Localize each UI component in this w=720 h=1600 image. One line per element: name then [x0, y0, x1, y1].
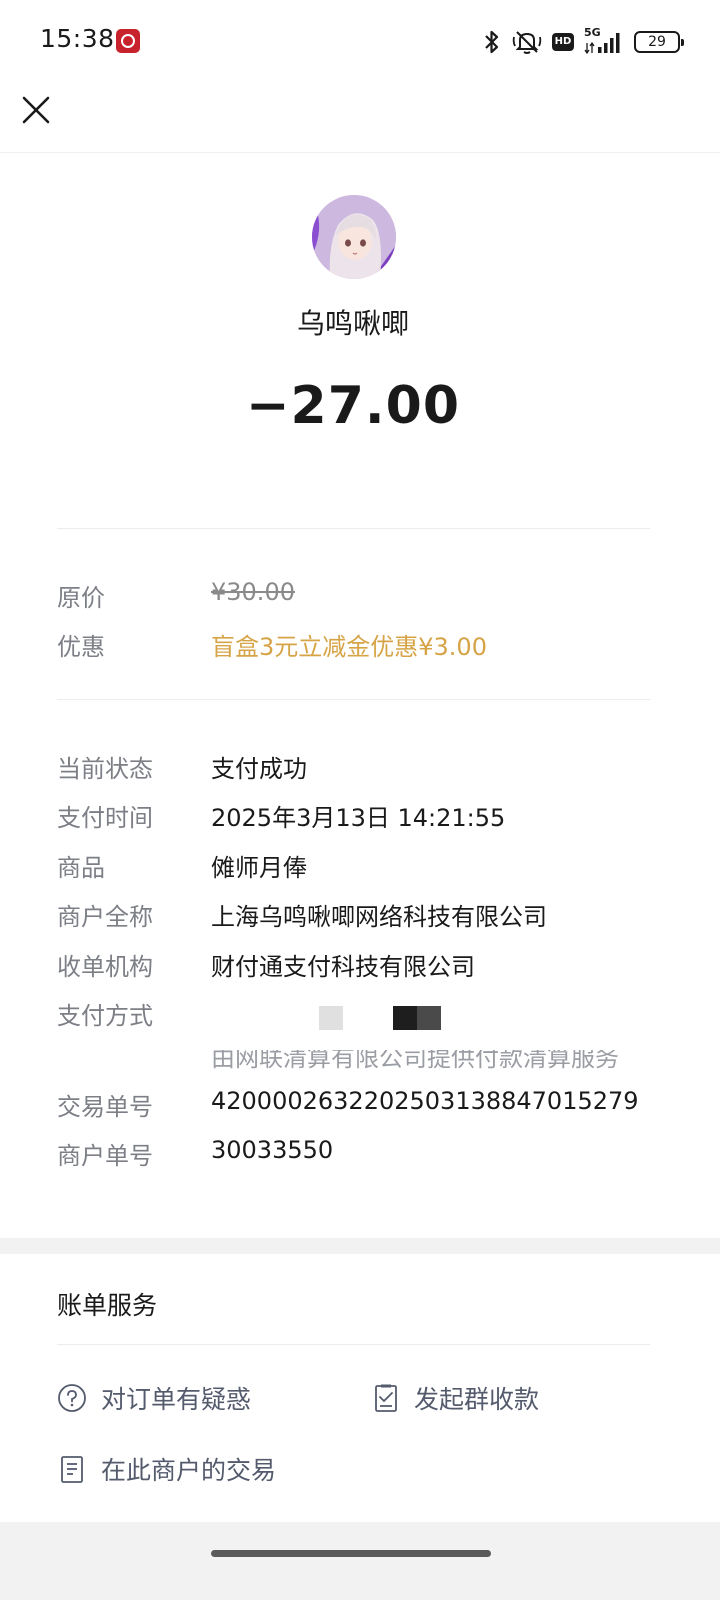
- merchant-no-row: 商户单号 30033550: [57, 1136, 667, 1176]
- pay-method-row: 支付方式 由网联清算有限公司提供付款清算服务: [57, 996, 667, 1076]
- original-price-row: 原价 ¥30.00: [57, 578, 667, 618]
- acquirer-value: 财付通支付科技有限公司: [211, 953, 475, 981]
- product-row: 商品 傩师月俸: [57, 848, 667, 888]
- pay-time-value: 2025年3月13日 14:21:55: [211, 804, 506, 832]
- bottom-band: [0, 1522, 720, 1600]
- hd-icon: HD: [552, 33, 574, 51]
- group-collect-button[interactable]: 发起群收款: [372, 1378, 539, 1418]
- trade-no-label: 交易单号: [57, 1093, 153, 1121]
- pay-time-row: 支付时间 2025年3月13日 14:21:55: [57, 798, 667, 838]
- home-indicator[interactable]: [211, 1550, 491, 1557]
- status-value: 支付成功: [211, 755, 307, 783]
- status-bar: 15:38 HD 5G 29: [0, 0, 720, 84]
- trade-no-row: 交易单号 4200002632202503138847015279: [57, 1087, 667, 1127]
- header-divider: [0, 152, 720, 153]
- acquirer-label: 收单机构: [57, 953, 153, 981]
- pay-time-label: 支付时间: [57, 804, 153, 832]
- payment-amount: −27.00: [245, 376, 461, 436]
- checklist-icon: [375, 1384, 397, 1412]
- question-circle-icon: [58, 1384, 86, 1412]
- order-question-label: 对订单有疑惑: [101, 1385, 252, 1414]
- acquirer-row: 收单机构 财付通支付科技有限公司: [57, 947, 667, 987]
- group-collect-label: 发起群收款: [414, 1385, 540, 1414]
- discount-label: 优惠: [57, 633, 105, 661]
- discount-value: 盲盒3元立减金优惠¥3.00: [211, 633, 487, 661]
- merchant-no-value[interactable]: 30033550: [211, 1136, 333, 1164]
- merchant-trades-label: 在此商户的交易: [101, 1456, 277, 1485]
- pay-method-label: 支付方式: [57, 1002, 153, 1030]
- status-row: 当前状态 支付成功: [57, 749, 667, 789]
- divider: [57, 1344, 650, 1345]
- order-question-button[interactable]: 对订单有疑惑: [57, 1378, 251, 1418]
- document-icon: [61, 1456, 83, 1483]
- trade-no-value[interactable]: 4200002632202503138847015279: [211, 1087, 639, 1115]
- divider: [57, 528, 650, 529]
- merchant-trades-button[interactable]: 在此商户的交易: [57, 1449, 276, 1489]
- original-price-value: ¥30.00: [211, 578, 295, 606]
- original-price-label: 原价: [57, 584, 105, 612]
- section-separator: [0, 1238, 720, 1254]
- merchant-full-name-row: 商户全称 上海乌鸣啾唧网络科技有限公司: [57, 897, 667, 937]
- signal-icon: 5G: [584, 26, 624, 55]
- product-value: 傩师月俸: [211, 854, 307, 882]
- divider: [57, 699, 650, 700]
- battery-icon: 29: [634, 31, 684, 53]
- merchant-full-name-label: 商户全称: [57, 903, 153, 931]
- bill-services-title: 账单服务: [57, 1291, 158, 1320]
- pay-method-sub: 由网联清算有限公司提供付款清算服务: [211, 1044, 619, 1072]
- status-time: 15:38: [40, 24, 115, 53]
- status-icons: HD 5G 29: [482, 26, 684, 57]
- status-label: 当前状态: [57, 755, 153, 783]
- merchant-full-name-value: 上海乌鸣啾唧网络科技有限公司: [211, 903, 547, 931]
- merchant-no-label: 商户单号: [57, 1142, 153, 1170]
- pay-method-redacted: [211, 998, 471, 1030]
- mute-bell-icon: [512, 31, 542, 54]
- bluetooth-icon: [485, 30, 499, 54]
- discount-row: 优惠 盲盒3元立减金优惠¥3.00: [57, 627, 667, 667]
- product-label: 商品: [57, 854, 105, 882]
- merchant-name: 乌鸣啾唧: [296, 307, 409, 340]
- close-button[interactable]: [18, 92, 54, 128]
- close-icon: [22, 96, 50, 124]
- app-notification-icon: [116, 29, 140, 53]
- merchant-avatar: [312, 195, 396, 279]
